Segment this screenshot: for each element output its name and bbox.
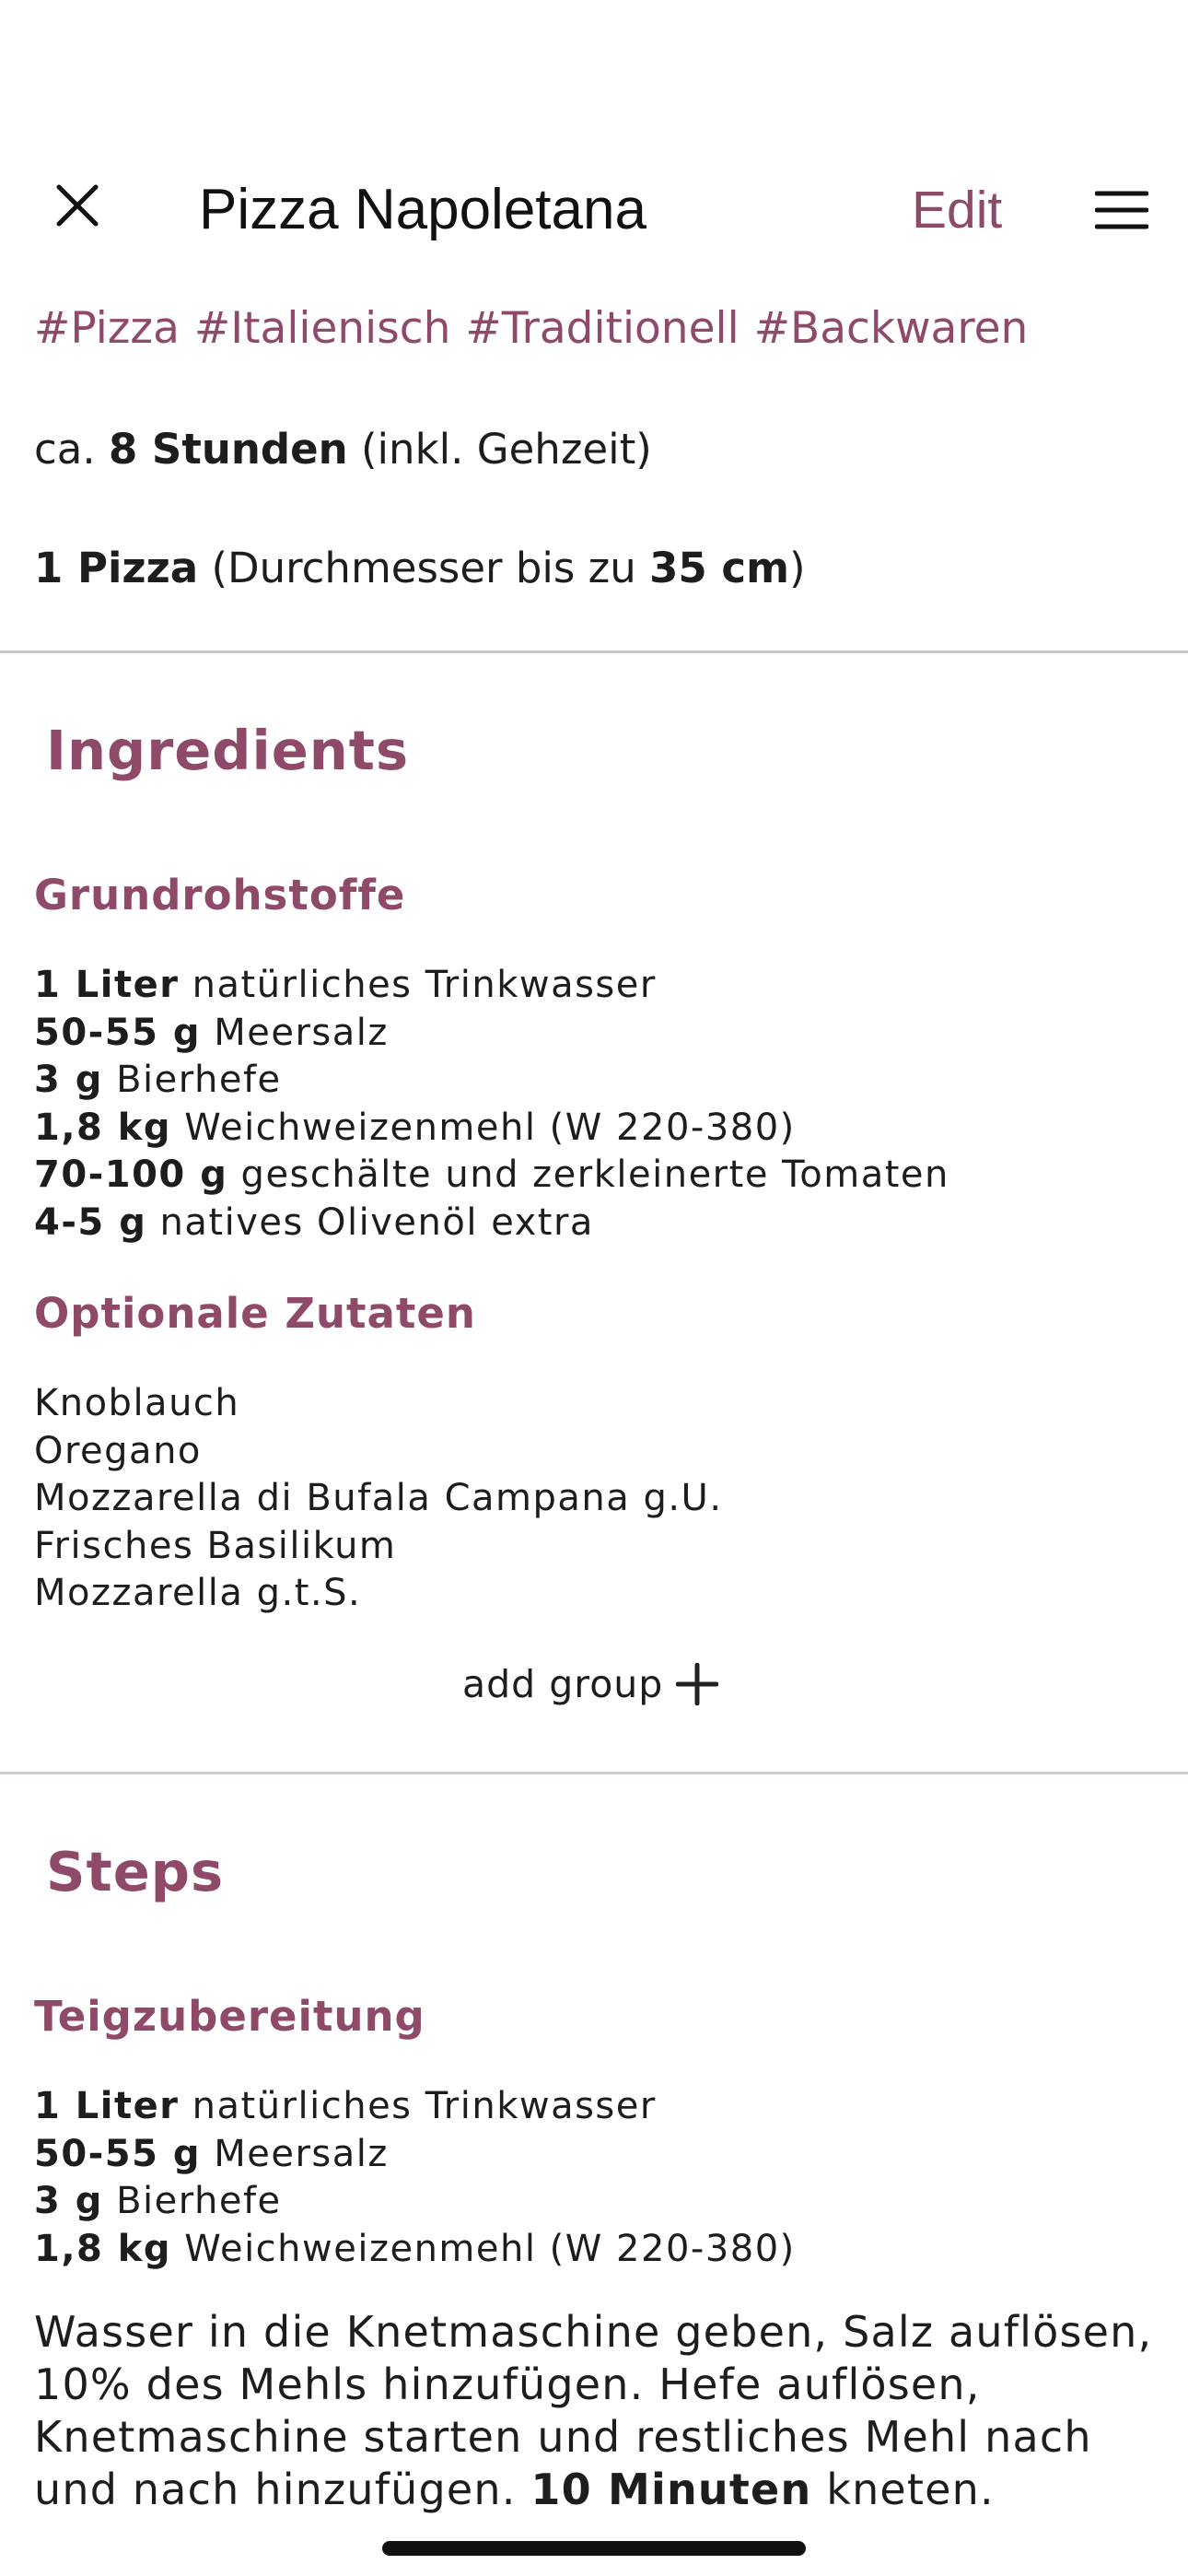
list-item: Oregano [34, 1429, 202, 1472]
add-group-button[interactable]: add group [462, 1655, 719, 1714]
list-item: 50-55 g Meersalz [34, 2132, 389, 2175]
tag-pizza[interactable]: #Pizza [34, 303, 180, 354]
list-item: 1,8 kg Weichweizenmehl (W 220-380) [34, 2227, 796, 2270]
divider [0, 1772, 1188, 1774]
list-item: 1 Liter natürliches Trinkwasser [34, 964, 657, 1006]
divider [0, 650, 1188, 653]
list-item: 50-55 g Meersalz [34, 1011, 389, 1054]
prep-time: ca. 8 Stunden (inkl. Gehzeit) [34, 425, 652, 474]
list-item: Frisches Basilikum [34, 1524, 397, 1567]
tag-backwaren[interactable]: #Backwaren [754, 303, 1029, 354]
close-button[interactable] [33, 161, 122, 250]
ingredient-list-grundrohstoffe: 1 Liter natürliches Trinkwasser 50-55 g … [34, 962, 949, 1247]
tag-list: #Pizza #Italienisch #Traditionell #Backware… [34, 297, 1042, 361]
list-item: 4-5 g natives Olivenöl extra [34, 1200, 594, 1244]
step-instructions: Wasser in die Knetmaschine geben, Salz a… [34, 2307, 1153, 2514]
group-title-grundrohstoffe[interactable]: Grundrohstoffe [34, 866, 405, 925]
list-item: Knoblauch [34, 1382, 240, 1424]
list-item: 3 g Bierhefe [34, 2180, 282, 2222]
list-item: 70-100 g geschälte und zerkleinerte Toma… [34, 1153, 949, 1196]
list-item: Mozzarella di Bufala Campana g.U. [34, 1477, 723, 1519]
page-title: Pizza Napoletana [199, 178, 646, 241]
add-group-label: add group [462, 1662, 664, 1706]
ingredients-title: Ingredients [46, 719, 410, 782]
steps-title: Steps [46, 1840, 225, 1903]
home-indicator[interactable] [382, 2541, 806, 2556]
menu-button[interactable] [1077, 166, 1166, 254]
step-ingredient-list: 1 Liter natürliches Trinkwasser 50-55 g … [34, 2083, 796, 2273]
group-title-teigzubereitung[interactable]: Teigzubereitung [34, 1987, 425, 2046]
plus-icon [676, 1663, 719, 1705]
list-item: Mozzarella g.t.S. [34, 1572, 362, 1614]
list-item: 3 g Bierhefe [34, 1059, 282, 1101]
tag-italienisch[interactable]: #Italienisch [194, 303, 450, 354]
ingredient-list-optionale-zutaten: Knoblauch Oregano Mozzarella di Bufala C… [34, 1380, 723, 1618]
tag-traditionell[interactable]: #Traditionell [465, 303, 739, 354]
edit-button[interactable]: Edit [912, 173, 1002, 247]
list-item: 1,8 kg Weichweizenmehl (W 220-380) [34, 1106, 796, 1149]
hamburger-menu-icon [1095, 191, 1148, 229]
servings: 1 Pizza (Durchmesser bis zu 35 cm) [34, 544, 806, 592]
list-item: 1 Liter natürliches Trinkwasser [34, 2085, 657, 2127]
group-title-optionale-zutaten[interactable]: Optionale Zutaten [34, 1284, 476, 1343]
close-icon [56, 184, 99, 227]
